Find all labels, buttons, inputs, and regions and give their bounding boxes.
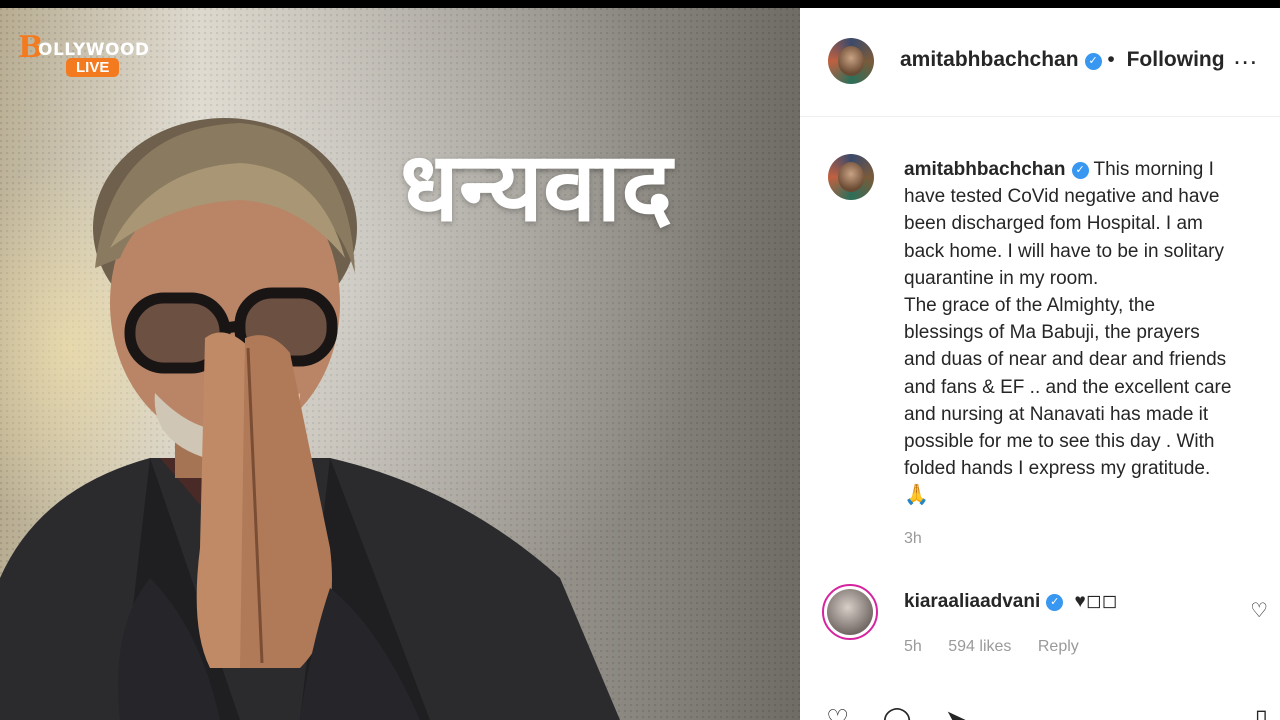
caption-text-line: and nursing at Nanavati has made it bbox=[904, 403, 1209, 425]
folded-hands-emoji: 🙏 bbox=[904, 484, 929, 507]
post-actions: ♡ ◯ ➤ bbox=[826, 704, 993, 720]
heart-icon[interactable]: ♡ bbox=[826, 704, 849, 720]
caption-text-line: folded hands I express my gratitude. bbox=[904, 458, 1211, 480]
caption-text-line: possible for me to see this day . With bbox=[904, 431, 1215, 453]
comment-like-heart-icon[interactable]: ♡ bbox=[1250, 598, 1268, 623]
logo-live-badge: LIVE bbox=[66, 58, 120, 77]
header-divider bbox=[800, 116, 1280, 117]
commenter-username[interactable]: kiaraaliaadvani bbox=[904, 591, 1040, 612]
following-button[interactable]: Following bbox=[1127, 48, 1225, 71]
comment-timestamp[interactable]: 5h bbox=[904, 638, 922, 655]
author-username[interactable]: amitabhbachchan bbox=[900, 48, 1079, 71]
verified-badge-icon: ✓ bbox=[1084, 53, 1102, 70]
verified-badge-icon: ✓ bbox=[1046, 594, 1064, 611]
caption-text-line: quarantine in my room. bbox=[904, 267, 1099, 289]
caption-text-line: have tested CoVid negative and have bbox=[904, 186, 1220, 208]
comment-text: ♥◻◻ bbox=[1074, 591, 1118, 612]
man-namaste-illustration bbox=[0, 118, 620, 720]
caption-text-line: been discharged fom Hospital. I am bbox=[904, 213, 1203, 235]
caption-text-line: and fans & EF .. and the excellent care bbox=[904, 376, 1232, 398]
verified-badge-icon: ✓ bbox=[1071, 162, 1089, 179]
comment-icon[interactable]: ◯ bbox=[883, 704, 912, 720]
post-header: amitabhbachchan ✓ • Following bbox=[900, 48, 1225, 72]
caption-text-line: This morning I bbox=[1093, 159, 1214, 180]
share-icon[interactable]: ➤ bbox=[945, 704, 967, 720]
caption-timestamp[interactable]: 3h bbox=[904, 530, 922, 548]
logo-text: OLLYWOOD bbox=[38, 40, 150, 60]
screenshot-frame: B OLLYWOOD LIVE धन्यवाद amitabhbachchan … bbox=[0, 8, 1280, 720]
caption-username[interactable]: amitabhbachchan bbox=[904, 159, 1066, 180]
post-details-panel: amitabhbachchan ✓ • Following ... amitabh… bbox=[800, 8, 1280, 720]
header-separator: • bbox=[1107, 48, 1115, 71]
comment-likes[interactable]: 594 likes bbox=[948, 638, 1011, 655]
bollywood-live-logo: B OLLYWOOD LIVE bbox=[18, 30, 158, 86]
comment: kiaraaliaadvani ✓ ♥◻◻ bbox=[904, 590, 1117, 613]
caption-first-line: amitabhbachchan ✓ This morning I bbox=[904, 156, 1274, 183]
reply-button[interactable]: Reply bbox=[1038, 638, 1079, 655]
post-caption: amitabhbachchan ✓ This morning I have tes… bbox=[904, 156, 1274, 510]
commenter-avatar[interactable] bbox=[822, 584, 878, 640]
caption-text-line: blessings of Ma Babuji, the prayers bbox=[904, 322, 1200, 344]
commenter-photo bbox=[827, 589, 873, 635]
more-options-icon[interactable]: ... bbox=[1233, 40, 1258, 71]
comment-meta: 5h 594 likes Reply bbox=[904, 638, 1101, 656]
author-avatar[interactable] bbox=[828, 38, 874, 84]
caption-author-avatar[interactable] bbox=[828, 154, 874, 200]
caption-text-line: and duas of near and dear and friends bbox=[904, 349, 1227, 371]
bookmark-icon[interactable]: ▯ bbox=[1255, 704, 1268, 720]
post-image[interactable]: B OLLYWOOD LIVE धन्यवाद bbox=[0, 8, 800, 720]
caption-text-line: The grace of the Almighty, the bbox=[904, 295, 1156, 317]
caption-text-line: back home. I will have to be in solitary bbox=[904, 240, 1224, 262]
